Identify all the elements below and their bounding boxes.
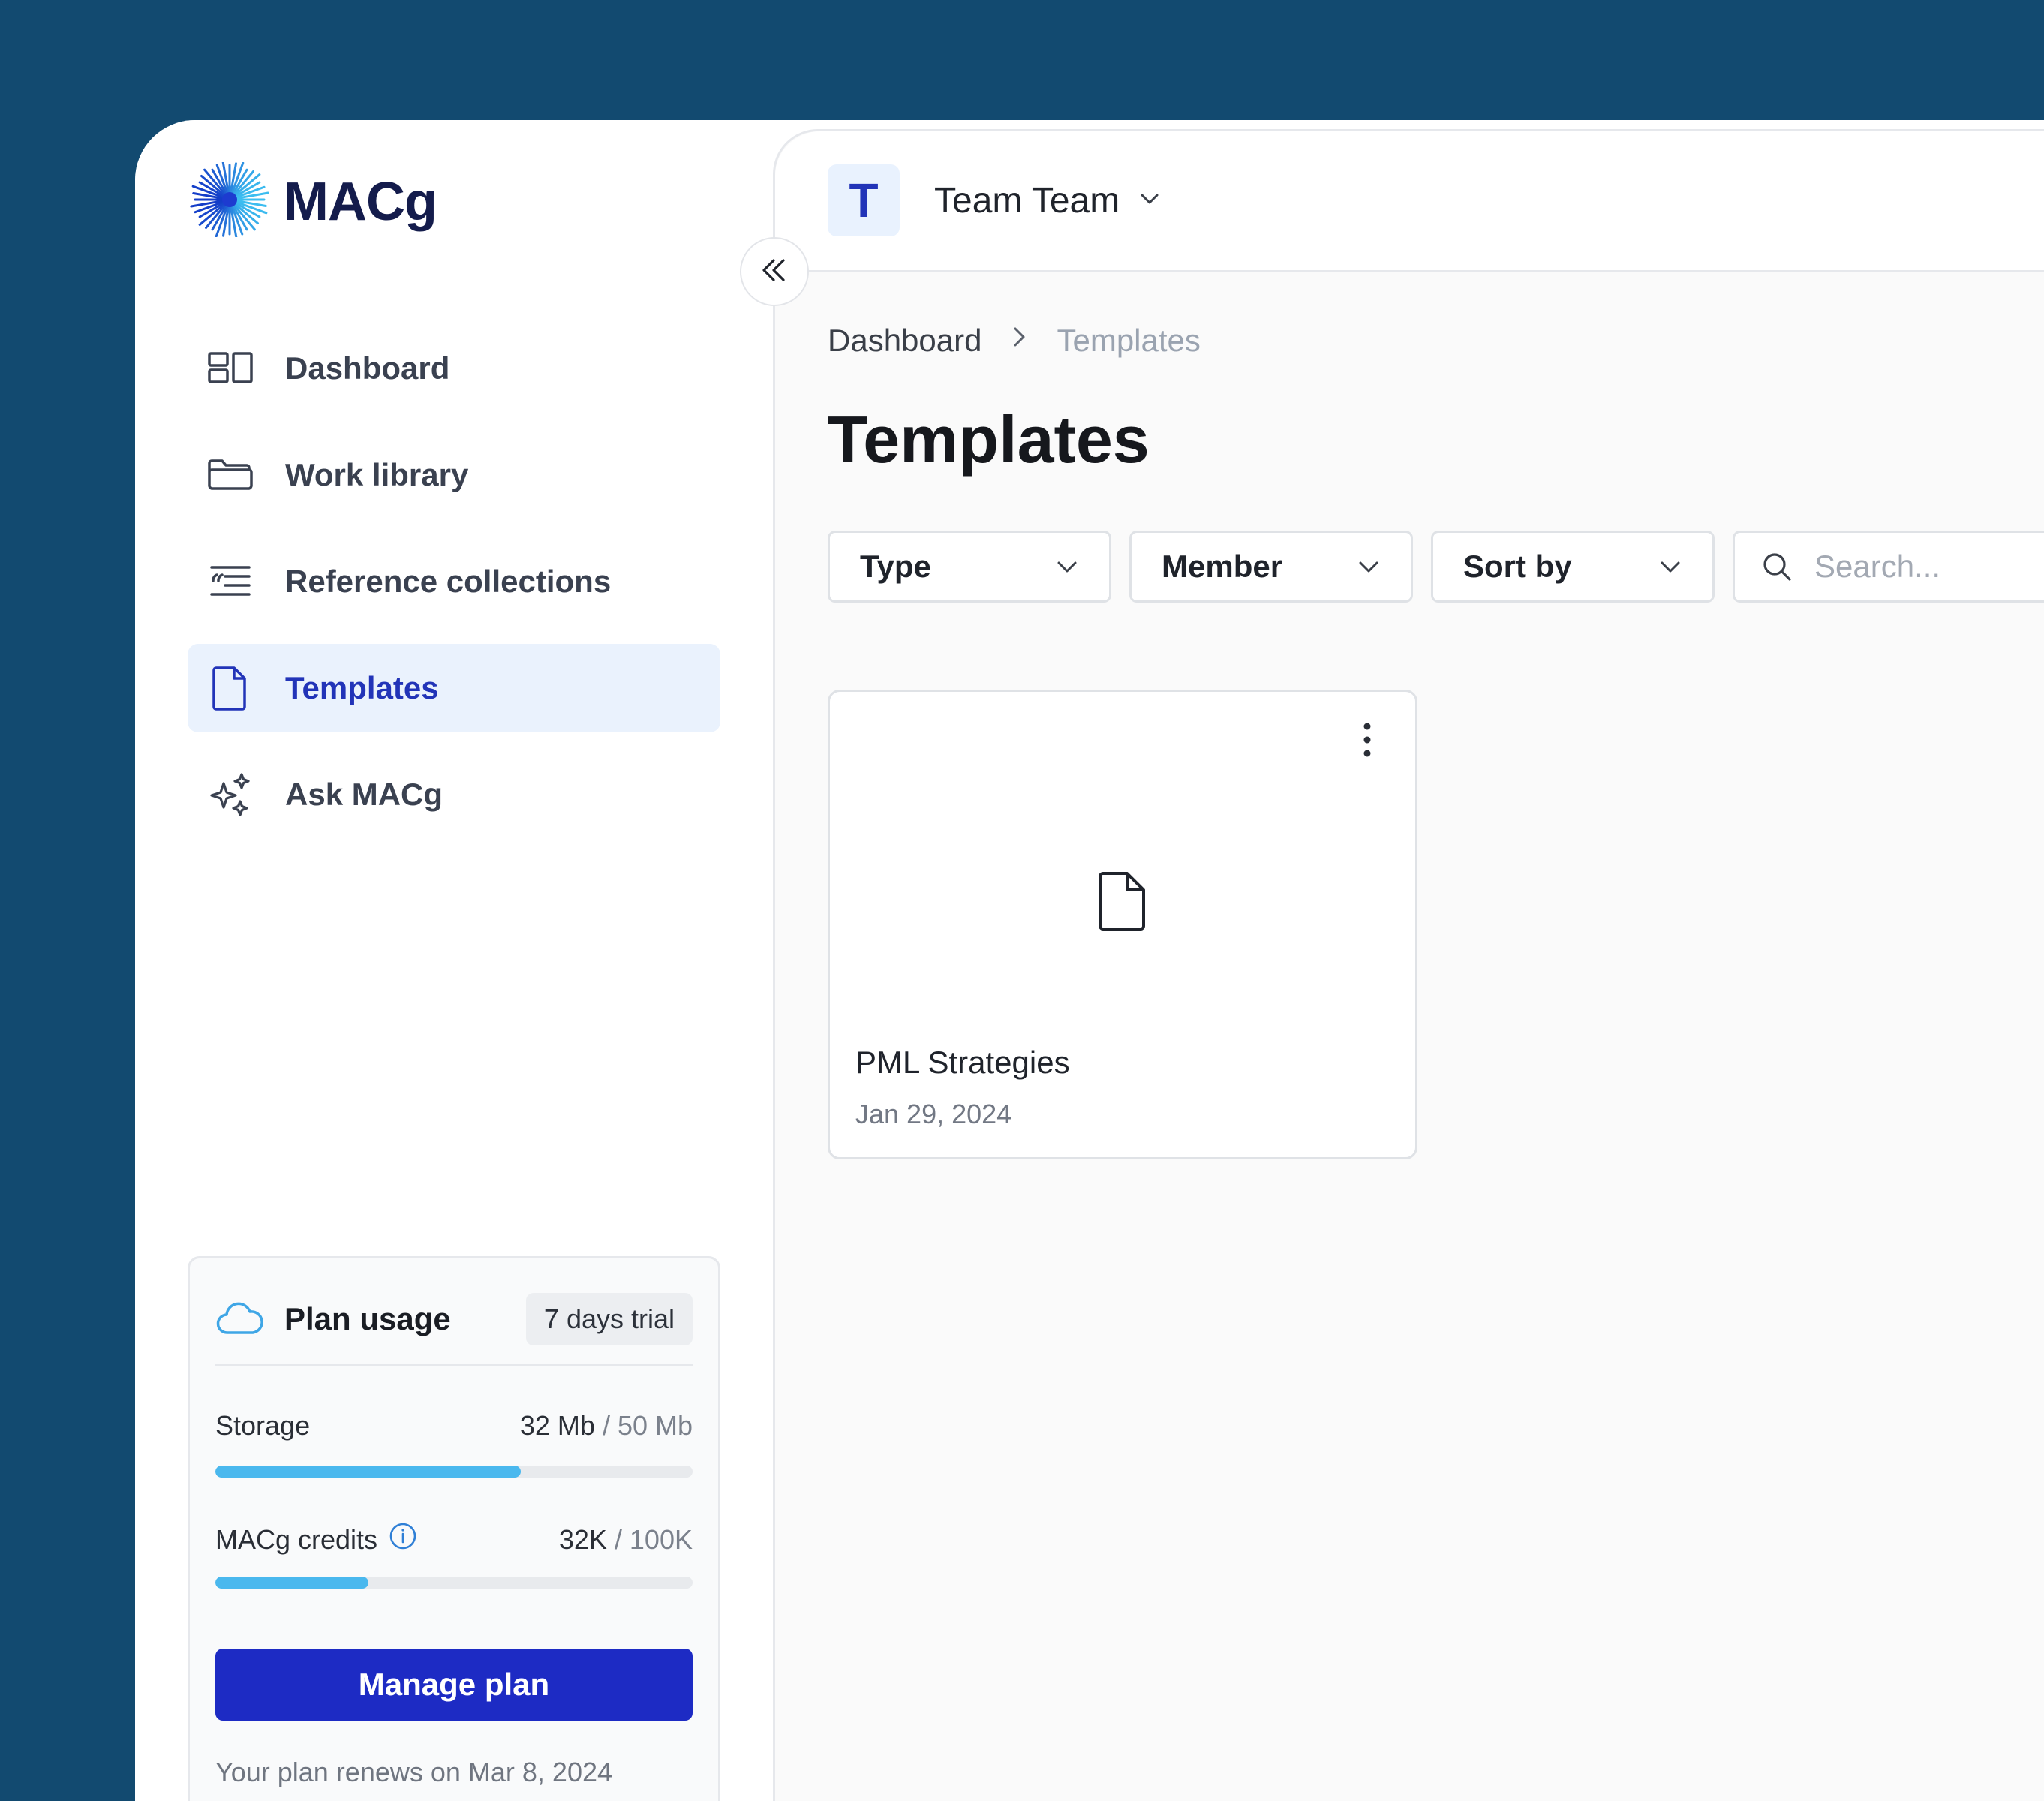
breadcrumb: Dashboard Templates (828, 322, 1201, 359)
team-switcher[interactable]: Team Team (934, 164, 1163, 236)
plan-usage-header: Plan usage 7 days trial (215, 1293, 693, 1345)
credits-total: / 100K (614, 1523, 693, 1555)
dashboard-icon (206, 344, 255, 393)
top-bar: T Team Team (775, 131, 2044, 272)
type-filter-dropdown[interactable]: Type (828, 531, 1111, 603)
search-input[interactable] (1814, 549, 2039, 585)
quote-list-icon (206, 557, 255, 606)
sort-by-dropdown[interactable]: Sort by (1431, 531, 1715, 603)
storage-used: 32 Mb (519, 1410, 595, 1441)
member-filter-dropdown[interactable]: Member (1129, 531, 1413, 603)
breadcrumb-current: Templates (1057, 323, 1201, 358)
chevron-down-icon (1655, 552, 1685, 582)
plan-renew-text: Your plan renews on Mar 8, 2024 (215, 1757, 613, 1787)
logo-text: MACg (284, 171, 437, 232)
collapse-sidebar-button[interactable] (740, 237, 809, 306)
storage-total: / 50 Mb (602, 1410, 693, 1441)
chevron-right-icon (981, 322, 1057, 359)
storage-progress-bar (215, 1466, 693, 1478)
starburst-logo-icon (188, 160, 272, 241)
sidebar-item-reference-collections[interactable]: Reference collections (188, 537, 720, 626)
main-content: T Team Team Dashboard Templates Template… (773, 129, 2044, 1801)
sidebar-item-templates[interactable]: Templates (188, 644, 720, 732)
info-icon[interactable] (377, 1521, 418, 1558)
credits-value: 32K / 100K (559, 1524, 693, 1556)
sidebar-item-ask-macg[interactable]: Ask MACg (188, 750, 720, 839)
more-options-button[interactable] (1352, 719, 1382, 761)
search-box[interactable] (1733, 531, 2044, 603)
filter-bar: Type Member Sort by (828, 531, 2044, 603)
storage-value: 32 Mb / 50 Mb (520, 1410, 693, 1442)
credits-label: MACg credits (215, 1523, 378, 1555)
logo[interactable]: MACg (188, 160, 437, 241)
document-icon (206, 663, 255, 713)
chevron-down-icon (1120, 180, 1163, 221)
member-filter-label: Member (1162, 549, 1283, 584)
storage-label: Storage (215, 1410, 311, 1441)
template-date: Jan 29, 2024 (855, 1099, 1012, 1129)
search-icon (1760, 550, 1793, 583)
app-window: MACg Dashboard Work library Reference co… (135, 120, 2044, 1801)
team-avatar[interactable]: T (828, 164, 900, 236)
chevron-down-icon (1354, 552, 1384, 582)
folder-icon (206, 450, 255, 500)
sort-by-label: Sort by (1463, 549, 1572, 584)
type-filter-label: Type (860, 549, 931, 584)
storage-row: Storage 32 Mb / 50 Mb (215, 1410, 693, 1442)
credits-progress-fill (215, 1577, 368, 1589)
chevrons-left-icon (757, 253, 792, 291)
sidebar-item-label: Ask MACg (285, 777, 443, 812)
divider (215, 1364, 693, 1366)
credits-used: 32K (558, 1523, 607, 1555)
sidebar-item-dashboard[interactable]: Dashboard (188, 324, 720, 413)
credits-row: MACg credits 32K / 100K (215, 1521, 693, 1558)
sidebar-item-label: Dashboard (285, 350, 450, 386)
plan-usage-title: Plan usage (284, 1301, 451, 1336)
sidebar-nav: Dashboard Work library Reference collect… (188, 324, 720, 857)
sidebar-item-label: Work library (285, 457, 469, 492)
template-title: PML Strategies (855, 1045, 1070, 1080)
manage-plan-button[interactable]: Manage plan (215, 1649, 693, 1721)
sidebar-item-label: Reference collections (285, 564, 612, 599)
team-name: Team Team (934, 180, 1120, 221)
template-card[interactable]: PML Strategies Jan 29, 2024 (828, 690, 1417, 1159)
cloud-icon (215, 1298, 265, 1341)
sparkles-icon (206, 770, 255, 819)
credits-progress-bar (215, 1577, 693, 1589)
breadcrumb-dashboard-link[interactable]: Dashboard (828, 323, 981, 359)
chevron-down-icon (1052, 552, 1082, 582)
more-vertical-icon (1360, 720, 1375, 759)
page-title: Templates (828, 402, 1150, 477)
sidebar-item-label: Templates (285, 670, 439, 705)
storage-progress-fill (215, 1466, 522, 1478)
trial-badge: 7 days trial (525, 1293, 693, 1345)
sidebar-item-work-library[interactable]: Work library (188, 431, 720, 519)
document-icon (1097, 870, 1150, 932)
sidebar: MACg Dashboard Work library Reference co… (135, 120, 773, 1801)
plan-usage-card: Plan usage 7 days trial Storage 32 Mb / … (188, 1256, 720, 1801)
